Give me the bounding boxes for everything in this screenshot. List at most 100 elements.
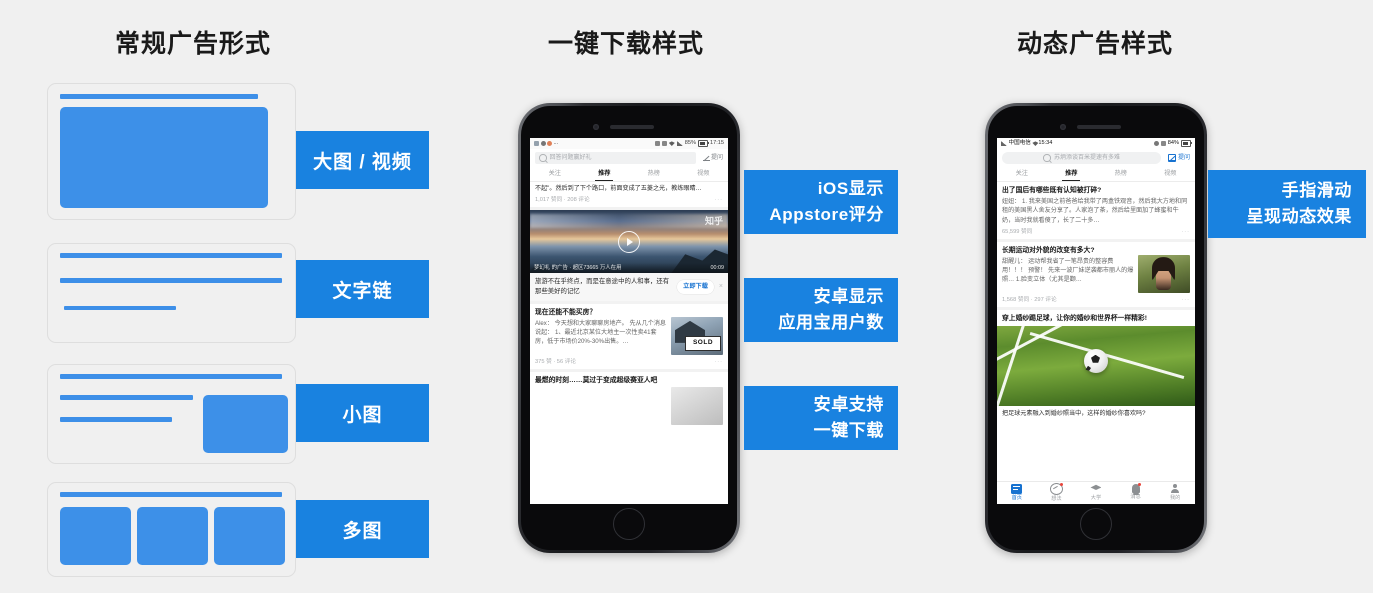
post-title: 现在还能不能买房？	[535, 308, 597, 316]
chip-small-image[interactable]: 小图	[296, 384, 429, 442]
soccer-ball	[1084, 348, 1108, 373]
bottom-navigation-bar: 首页 想法 大学 消息 我的	[997, 481, 1195, 504]
signal-icon	[1001, 140, 1007, 146]
lock-icon	[654, 140, 660, 146]
ask-question-button[interactable]: 提问	[1165, 154, 1190, 163]
tab-recommend[interactable]: 推荐	[580, 167, 630, 181]
home-button[interactable]	[1080, 508, 1112, 540]
placeholder-bar	[60, 278, 282, 283]
placeholder-image-block	[60, 507, 131, 565]
ad-caption-row: 旅游不在乎终点，而是在意途中的人和事，还有那些美好的记忆 立即下载 ×	[530, 273, 728, 301]
feed-tabs: 关注 推荐 热榜 视频	[997, 166, 1196, 182]
chip-multi-image[interactable]: 多图	[296, 500, 429, 558]
chip-text-link[interactable]: 文字链	[296, 260, 429, 318]
status-bar: ... 85% 17:15	[530, 138, 728, 149]
feed-item-2[interactable]: 长期运动对外貌的改变有多大? 甜醒儿： 运动帮我省了一笔昂贵的整容费用！！！ 预…	[997, 241, 1195, 308]
feed-item-truncated[interactable]: 不起"。然后到了下个路口，前面变成了五菱之光，教练眼睛… 1,017 赞同 · …	[530, 182, 728, 208]
post-content-row	[535, 387, 723, 426]
callout-ios-appstore-rating: iOS显示 Appstore评分	[744, 170, 898, 234]
phone-bezel: ... 85% 17:15 回答问题赢好礼 提问 关注 推荐 热榜 视频 不起"…	[521, 106, 737, 550]
bluetooth-icon	[1160, 140, 1166, 146]
feed-item-bottom[interactable]: 最燃的时刻……莫过于变成超级赛亚人吧	[530, 372, 728, 429]
status-bar: 中国电信 15:34 84%	[997, 138, 1195, 149]
play-button-icon[interactable]	[618, 230, 640, 253]
status-bar-right: 84%	[1153, 139, 1192, 147]
search-input[interactable]: 回答问题赢好礼	[535, 152, 697, 164]
nav-item-university[interactable]: 大学	[1076, 484, 1116, 503]
ask-label: 提问	[710, 154, 723, 161]
feed-item-house[interactable]: 现在还能不能买房？ Alex： 今天想和大家聊聊房地产。 先从几个消息说起： 1…	[530, 303, 728, 370]
location-icon	[1153, 140, 1159, 146]
callout-android-user-count: 安卓显示 应用宝用户数	[744, 278, 898, 342]
heading-dynamic-ad-style: 动态广告样式	[1017, 30, 1174, 58]
placeholder-image-block	[60, 107, 268, 208]
tab-recommend[interactable]: 推荐	[1047, 167, 1097, 181]
profile-icon	[1170, 483, 1180, 494]
notification-icon	[547, 140, 552, 146]
chip-big-image-video[interactable]: 大图 / 视频	[296, 131, 429, 189]
tab-follow[interactable]: 关注	[997, 167, 1047, 181]
nav-label: 想法	[1051, 495, 1062, 502]
badge-dot	[1137, 483, 1141, 487]
callout-line-2: 呈现动态效果	[1246, 207, 1352, 226]
tab-hot[interactable]: 热榜	[629, 167, 679, 181]
placeholder-image-block	[203, 395, 288, 453]
tab-video[interactable]: 视频	[679, 167, 729, 181]
search-input[interactable]: 苏炳添谈百米提速有多难	[1002, 152, 1162, 164]
more-options-icon[interactable]: ···	[1181, 296, 1190, 304]
tab-follow[interactable]: 关注	[530, 167, 580, 181]
post-thumbnail[interactable]: SOLD	[671, 316, 723, 355]
sky-decoration	[530, 214, 728, 229]
tab-hot[interactable]: 热榜	[1096, 167, 1146, 181]
feed-item-3[interactable]: 穿上婚纱踢足球，让你的婚纱和世界杯一样精彩! 把足球元素融入到婚纱照当中，这样的…	[997, 310, 1195, 421]
carrier-name: 中国电信	[1008, 140, 1031, 147]
post-title: 最燃的时刻……莫过于变成超级赛亚人吧	[535, 377, 658, 385]
wifi-icon	[668, 141, 675, 146]
mock-card-multi-image	[47, 482, 296, 577]
ad-caption: 旅游不在乎终点，而是在意途中的人和事，还有那些美好的记忆	[535, 278, 670, 296]
close-icon[interactable]: ×	[718, 282, 723, 292]
feed-item-video-ad[interactable]: 知乎 梦幻礼 的广告 · 超区73665 万人在用 00:09 旅游不在乎终点，…	[530, 210, 728, 301]
status-bar-left-icons: ...	[534, 139, 558, 147]
nav-item-profile[interactable]: 我的	[1155, 483, 1195, 503]
battery-icon	[1181, 140, 1192, 147]
callout-android-one-tap-download: 安卓支持 一键下载	[744, 386, 898, 450]
battery-icon	[698, 140, 709, 147]
video-thumbnail[interactable]: 知乎 梦幻礼 的广告 · 超区73665 万人在用 00:09	[530, 210, 728, 274]
more-options-icon[interactable]: ···	[714, 358, 723, 366]
nav-item-home[interactable]: 首页	[997, 483, 1037, 503]
bell-icon	[1131, 483, 1141, 495]
callout-finger-swipe-dynamic: 手指滑动 呈现动态效果	[1208, 170, 1366, 238]
home-icon	[1011, 483, 1023, 494]
callout-line-2: 一键下载	[813, 421, 884, 440]
nav-label: 首页	[1011, 494, 1022, 501]
clock: 15:34	[1038, 140, 1053, 147]
tab-video[interactable]: 视频	[1146, 167, 1196, 181]
callout-line-1: 手指滑动	[1281, 180, 1352, 200]
post-thumbnail[interactable]	[1138, 255, 1190, 294]
sold-sign: SOLD	[685, 335, 721, 351]
search-icon	[539, 154, 547, 162]
search-row: 回答问题赢好礼 提问	[530, 149, 728, 166]
earpiece-speaker	[1077, 125, 1121, 129]
photo-icon	[534, 140, 539, 146]
download-now-button[interactable]: 立即下载	[677, 280, 714, 295]
home-button[interactable]	[613, 508, 645, 540]
heading-regular-ad-formats: 常规广告形式	[115, 30, 272, 58]
feed-item-1[interactable]: 出了国后有哪些既有认知被打碎? 妞妞： 1. 我来美国之前爸爸给我带了两盒铁观音…	[997, 182, 1195, 239]
placeholder-image-block	[214, 507, 285, 565]
phone-screen-ios: 中国电信 15:34 84% 苏炳添谈百米提速有多难 提问 关注 推荐 热榜 视…	[997, 138, 1195, 504]
pencil-icon	[1168, 154, 1177, 162]
more-options-icon[interactable]: ···	[1181, 228, 1190, 236]
nav-label: 大学	[1090, 494, 1102, 501]
more-options-icon[interactable]: ···	[714, 196, 723, 204]
post-caption: 把足球元素融入到婚纱照当中，这样的婚纱你喜欢吗?	[1002, 409, 1146, 417]
ask-question-button[interactable]: 提问	[700, 154, 723, 163]
clock: 17:15	[710, 140, 724, 147]
post-thumbnail[interactable]	[671, 387, 723, 426]
post-body-placeholder	[535, 389, 667, 425]
post-image-football[interactable]	[997, 325, 1195, 406]
nav-item-ideas[interactable]: 想法	[1037, 482, 1077, 504]
nav-item-messages[interactable]: 消息	[1116, 483, 1156, 502]
nav-label: 消息	[1130, 494, 1141, 501]
